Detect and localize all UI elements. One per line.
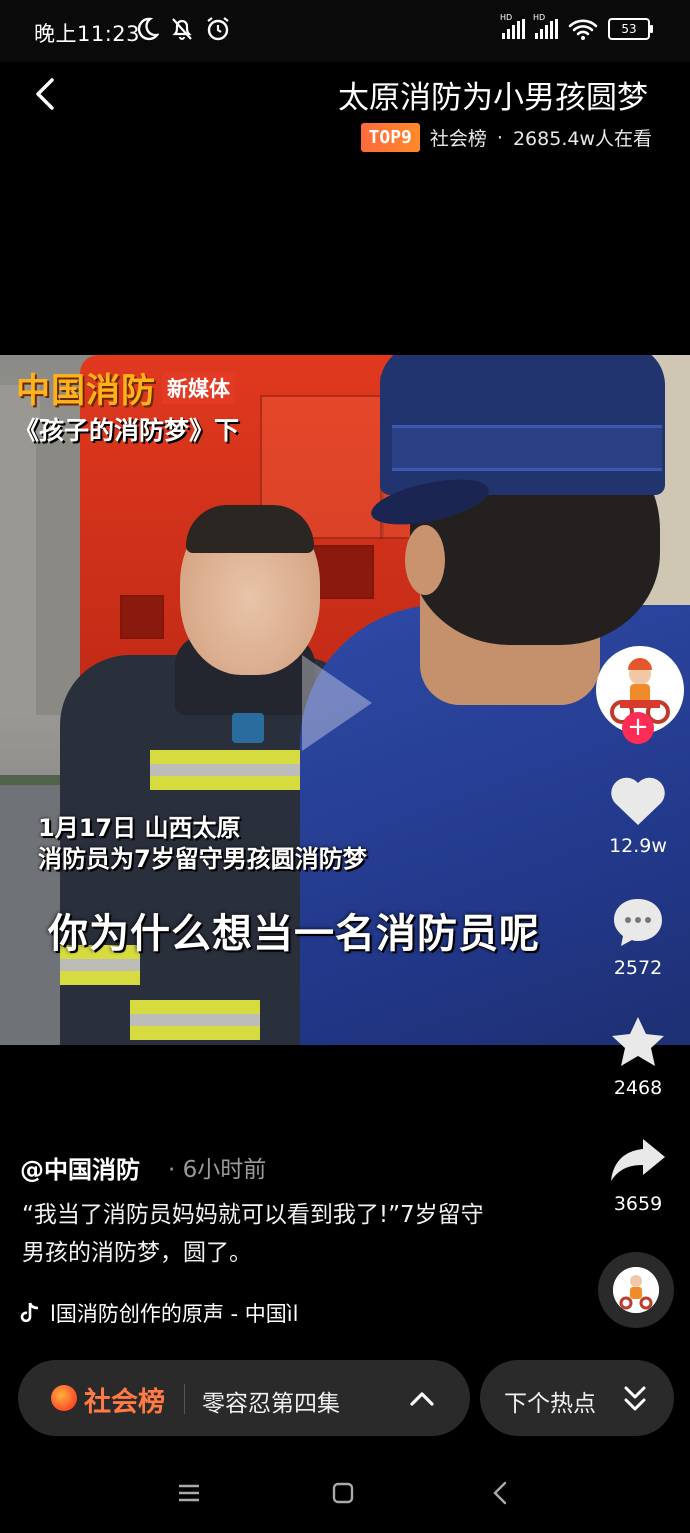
menu-icon[interactable] — [174, 1478, 204, 1508]
music-disc[interactable] — [598, 1252, 674, 1328]
like-button[interactable]: 12.9w — [593, 775, 683, 857]
music-info[interactable]: l国消防创作的原声 - 中国ìl — [20, 1298, 340, 1328]
comment-icon — [614, 899, 662, 946]
signal-2: HD — [533, 13, 558, 39]
alarm-icon — [207, 17, 229, 41]
wifi-icon — [568, 19, 598, 40]
star-icon — [612, 1017, 664, 1066]
back-icon[interactable] — [486, 1478, 516, 1508]
caption-line-2: 消防员为7岁留守男孩圆消防梦 — [38, 845, 367, 873]
dot-separator: · — [496, 126, 503, 149]
status-bar: 晚上11:23 HD HD 53 — [0, 0, 690, 62]
favorite-count: 2468 — [613, 1077, 663, 1099]
brand-name: 中国消防 — [16, 371, 156, 411]
music-note-icon — [20, 1302, 39, 1323]
rank-category: 社会榜 — [429, 128, 487, 150]
reflective-stripe — [130, 1000, 260, 1040]
author-name[interactable]: @中国消防 — [20, 1150, 140, 1185]
hot-dot-icon — [51, 1385, 77, 1411]
bell-off-icon — [172, 18, 192, 40]
comment-button[interactable]: 2572 — [593, 895, 683, 979]
episode-title: 《孩子的消防梦》下 — [14, 416, 240, 445]
post-time: · 6小时前 — [168, 1157, 267, 1183]
hot-list-label: 社会榜 — [84, 1387, 165, 1418]
signal-icon — [535, 19, 558, 39]
cap-band — [392, 425, 662, 471]
moon-icon — [137, 17, 159, 41]
hd-label-1: HD — [500, 13, 513, 22]
back-arrow-icon[interactable] — [26, 72, 66, 116]
heart-icon — [611, 777, 665, 825]
hot-topic: 零容忍第四集 — [202, 1391, 340, 1417]
divider — [184, 1384, 185, 1414]
viewer-count: 2685.4w人在看 — [512, 128, 652, 150]
video-player[interactable]: 中国消防 新媒体 《孩子的消防梦》下 1月17日 山西太原 消防员为7岁留守男孩… — [0, 355, 690, 1045]
home-icon[interactable] — [328, 1478, 358, 1508]
status-icons — [135, 16, 231, 42]
post-description: “我当了消防员妈妈就可以看到我了!”7岁留守男孩的消防梦，圆了。 — [22, 1202, 484, 1266]
like-count: 12.9w — [609, 835, 667, 857]
rank-badge: TOP9 — [360, 123, 420, 152]
next-hot-label: 下个热点 — [504, 1391, 596, 1417]
boy-hair — [186, 505, 314, 553]
hot-list-bar[interactable]: 社会榜 零容忍第四集 — [18, 1360, 470, 1436]
follow-button[interactable]: + — [622, 712, 654, 744]
share-button[interactable]: 3659 — [593, 1135, 683, 1215]
firefighter-ear — [405, 525, 445, 595]
video-subtitle: 你为什么想当一名消防员呢 — [48, 911, 540, 957]
share-count: 3659 — [613, 1193, 663, 1215]
brand-tag: 新媒体 — [162, 371, 235, 404]
next-hot-button[interactable]: 下个热点 — [480, 1360, 674, 1436]
video-brand: 中国消防 新媒体 — [16, 363, 235, 412]
system-nav-bar — [0, 1450, 690, 1533]
play-icon[interactable] — [302, 655, 372, 751]
signal-1: HD — [500, 13, 525, 39]
microphone — [232, 713, 264, 743]
rank-line[interactable]: TOP9 社会榜 · 2685.4w人在看 — [360, 123, 652, 152]
status-right: HD HD 53 — [500, 13, 653, 40]
double-chevron-down-icon — [624, 1386, 646, 1411]
mascot-icon — [613, 1267, 659, 1313]
building — [36, 435, 80, 715]
chevron-up-icon[interactable] — [404, 1380, 440, 1416]
signal-icon — [502, 19, 525, 39]
comment-count: 2572 — [613, 957, 663, 979]
page-title: 太原消防为小男孩圆梦 — [338, 80, 648, 116]
status-time: 晚上11:23 — [34, 22, 141, 46]
video-caption: 1月17日 山西太原 消防员为7岁留守男孩圆消防梦 — [38, 813, 367, 875]
hd-label-2: HD — [533, 13, 546, 22]
share-arrow-icon — [611, 1139, 665, 1181]
favorite-button[interactable]: 2468 — [593, 1015, 683, 1099]
battery-icon: 53 — [608, 18, 653, 40]
caption-line-1: 1月17日 山西太原 — [38, 814, 241, 842]
music-title: l国消防创作的原声 - 中国ìl — [50, 1302, 299, 1326]
disc-avatar — [613, 1267, 659, 1313]
